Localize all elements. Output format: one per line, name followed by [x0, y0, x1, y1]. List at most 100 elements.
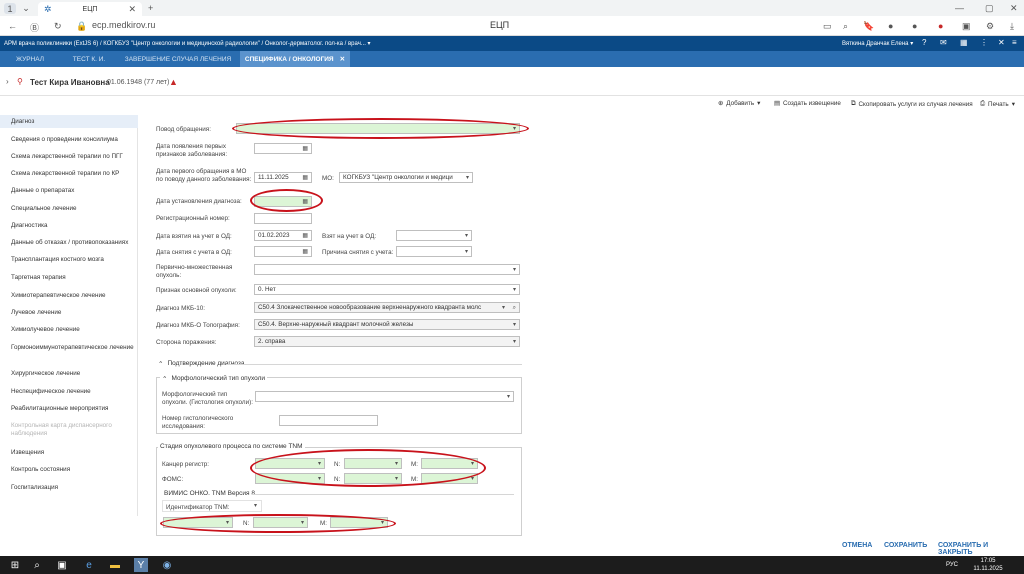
close-tab-icon[interactable]: ✕: [128, 4, 136, 15]
sidebar-item[interactable]: Таргетная терапия: [11, 274, 135, 282]
app-icon[interactable]: ◉: [160, 558, 174, 572]
patient-name[interactable]: Тест Кира Ивановна: [30, 78, 110, 87]
side-select[interactable]: 2. справа ▾: [254, 336, 520, 347]
sidebar-item[interactable]: Диагностика: [11, 222, 135, 230]
url-field[interactable]: ecp.medkirov.ru: [92, 20, 155, 30]
sidebar-item[interactable]: Химиотерапевтическое лечение: [11, 292, 135, 300]
removal-reason-select[interactable]: ▾: [396, 246, 472, 257]
sidebar-item[interactable]: Химиолучевое лечение: [11, 326, 135, 334]
chevron-down-icon[interactable]: ▾: [254, 502, 257, 509]
minimize-icon[interactable]: —: [955, 3, 964, 13]
sidebar-item[interactable]: Госпитализация: [11, 484, 135, 492]
morph-type-select[interactable]: ▾: [255, 391, 514, 402]
sidebar-item[interactable]: Диагноз: [0, 115, 138, 128]
search-icon[interactable]: ⌕: [843, 21, 848, 32]
language-indicator[interactable]: РУС: [946, 562, 958, 568]
task-view-icon[interactable]: ▣: [55, 558, 69, 572]
tab-journal[interactable]: ЖУРНАЛ: [0, 51, 60, 67]
collections-icon[interactable]: ▣: [962, 21, 971, 32]
close-window-icon[interactable]: ✕: [1010, 3, 1018, 14]
settings-icon[interactable]: ⚙: [986, 21, 994, 32]
print-button[interactable]: ⎙ Печать ▾: [980, 100, 1015, 108]
maximize-icon[interactable]: ▢: [985, 3, 994, 14]
reload-icon[interactable]: ↻: [54, 21, 62, 32]
help-icon[interactable]: ?: [922, 38, 926, 47]
yandex-browser-icon[interactable]: Y: [134, 558, 148, 572]
sidebar-item[interactable]: Реабилитационные мероприятия: [11, 405, 135, 413]
back-icon[interactable]: ←: [8, 21, 17, 31]
close-icon[interactable]: ✕: [340, 55, 345, 63]
sidebar-item[interactable]: Специальное лечение: [11, 205, 135, 213]
sidebar-item[interactable]: Извещения: [11, 449, 135, 457]
calendar-icon[interactable]: ▦: [302, 174, 308, 182]
sidebar-item[interactable]: Неспецифическое лечение: [11, 388, 135, 396]
reader-icon[interactable]: ▭: [823, 21, 832, 32]
save-and-close-button[interactable]: СОХРАНИТЬ И ЗАКРЫТЬ: [938, 542, 1024, 556]
sidebar-item[interactable]: Схема лекарственной терапии по ПГГ: [11, 153, 135, 161]
workplace-path[interactable]: АРМ врача поликлиники (ExtJS 6) / КОГКБУ…: [4, 40, 371, 47]
extension-icon[interactable]: ●: [938, 21, 943, 31]
date-removed-field[interactable]: ▦: [254, 246, 312, 257]
extension-icon[interactable]: ●: [912, 21, 917, 31]
search-icon[interactable]: ⌕: [30, 558, 44, 572]
download-icon[interactable]: ⤓: [1010, 21, 1014, 32]
bookmark-icon[interactable]: 🔖: [863, 21, 874, 32]
create-notice-button[interactable]: ▤ Создать извещение: [774, 100, 841, 107]
folder-icon[interactable]: ▬: [108, 558, 122, 572]
date-taken-field[interactable]: 01.02.2023 ▦: [254, 230, 312, 241]
calendar-icon[interactable]: ▦: [302, 232, 308, 240]
sidebar-item[interactable]: Сведения о проведении консилиума: [11, 136, 135, 144]
taken-in-od-select[interactable]: ▾: [396, 230, 472, 241]
windows-start-icon[interactable]: ⊞: [8, 558, 22, 572]
calendar-icon[interactable]: ▦: [302, 248, 308, 256]
calendar-icon[interactable]: ▦: [302, 145, 308, 153]
mkbo-select[interactable]: C50.4. Верхне-наружный квадрант молочной…: [254, 319, 520, 330]
mkb10-select[interactable]: C50.4 Злокачественное новообразование ве…: [254, 302, 520, 313]
clock-date[interactable]: 11.11.2025: [966, 566, 1010, 572]
search-icon[interactable]: ⌕: [513, 304, 516, 312]
edge-icon[interactable]: e: [82, 558, 96, 572]
sidebar-item[interactable]: Данные о препаратах: [11, 187, 135, 195]
user-menu[interactable]: Вяткина Дранчак Елена ▾: [842, 40, 913, 47]
reg-number-field[interactable]: [254, 213, 312, 224]
clock-time[interactable]: 17:05: [973, 558, 1003, 564]
copy-services-button[interactable]: ⧉ Скопировать услуги из случая лечения: [851, 100, 973, 108]
tab-case-completion[interactable]: ЗАВЕРШЕНИЕ СЛУЧАЯ ЛЕЧЕНИЯ: [118, 51, 238, 67]
main-tumor-sign-select[interactable]: 0. Нет ▾: [254, 284, 520, 295]
apps-icon[interactable]: ⋮: [980, 38, 988, 47]
mail-icon[interactable]: ✉: [940, 38, 947, 47]
primary-multiple-select[interactable]: ▾: [254, 264, 520, 275]
morph-section-header[interactable]: ⌃ Морфологический тип опухоли: [160, 375, 268, 383]
sidebar-item[interactable]: Лучевое лечение: [11, 309, 135, 317]
warning-icon[interactable]: ▲: [169, 77, 178, 87]
sidebar-item[interactable]: Контроль состояния: [11, 466, 135, 474]
cancel-button[interactable]: ОТМЕНА: [842, 542, 872, 549]
histo-number-field[interactable]: [279, 415, 378, 426]
date-first-symptoms-label: Дата появления первых признаков заболева…: [156, 143, 228, 158]
sidebar-item[interactable]: Гормоноиммунотерапевтическое лечение: [11, 344, 135, 352]
sidebar-item[interactable]: Трансплантация костного мозга: [11, 256, 135, 264]
close-icon[interactable]: ✕: [998, 38, 1005, 47]
date-first-symptoms-field[interactable]: ▦: [254, 143, 312, 154]
copy-services-label: Скопировать услуги из случая лечения: [858, 100, 973, 108]
tab-patient[interactable]: ТЕСТ К. И.: [60, 51, 118, 67]
menu-icon[interactable]: ≡: [1012, 38, 1017, 47]
tab-list-icon[interactable]: ⌄: [20, 3, 32, 14]
new-tab-icon[interactable]: +: [148, 3, 153, 13]
page-title: ЕЦП: [490, 20, 510, 30]
save-button[interactable]: СОХРАНИТЬ: [884, 542, 927, 549]
sidebar-item[interactable]: Данные об отказах / противопоказаниях: [11, 239, 135, 247]
sidebar-item[interactable]: Хирургическое лечение: [11, 370, 135, 378]
grid-icon[interactable]: ▦: [960, 38, 968, 47]
tab-counter[interactable]: 1: [4, 3, 16, 14]
add-button[interactable]: ⊕ Добавить ▾: [718, 100, 760, 107]
sidebar-item[interactable]: Схема лекарственной терапии по КР: [11, 170, 135, 178]
date-first-visit-field[interactable]: 11.11.2025 ▦: [254, 172, 312, 183]
extension-icon[interactable]: ●: [888, 21, 893, 31]
chevron-right-icon[interactable]: ›: [6, 77, 9, 86]
yandex-b-icon[interactable]: Ⓑ: [30, 21, 39, 34]
browser-tab[interactable]: ✲ ЕЦП ✕: [38, 2, 142, 16]
mo-select[interactable]: КОГКБУЗ "Центр онкологии и медици ▾: [339, 172, 473, 183]
tab-oncology[interactable]: СПЕЦИФИКА / ОНКОЛОГИЯ ✕: [240, 51, 350, 67]
date-taken-label: Дата взятия на учет в ОД:: [156, 233, 232, 240]
